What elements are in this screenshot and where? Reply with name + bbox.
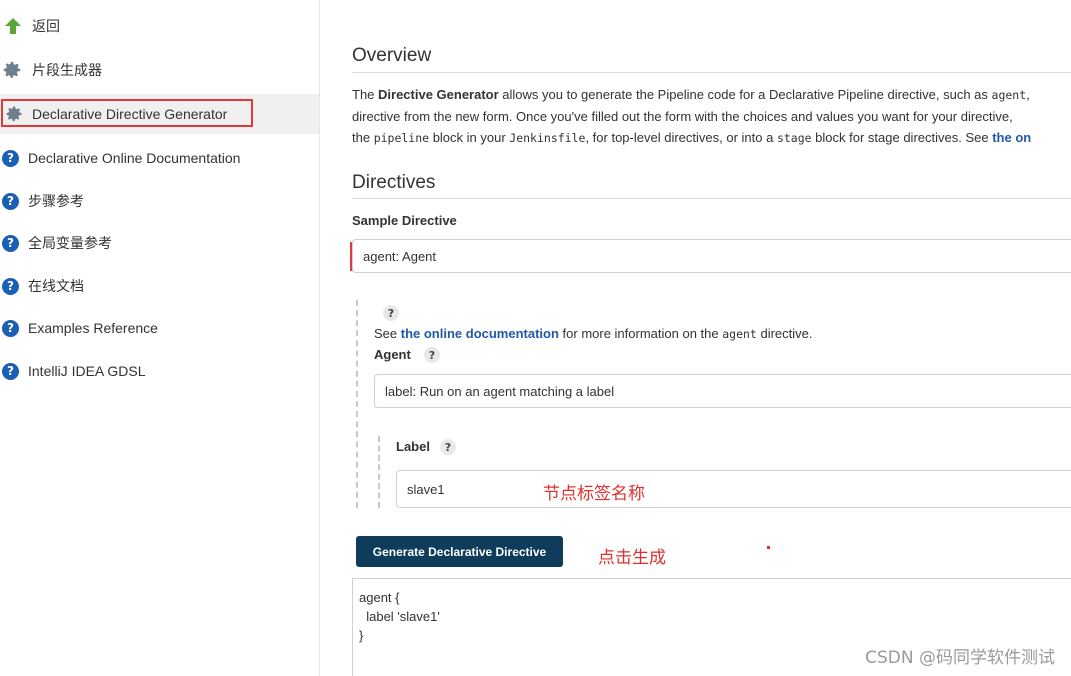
watermark: CSDN @码同学软件测试 — [865, 648, 1055, 668]
overview-description: The Directive Generator allows you to ge… — [352, 87, 1032, 145]
sidebar-item-label: 片段生成器 — [32, 62, 102, 78]
sample-directive-label: Sample Directive — [352, 213, 457, 228]
sidebar-item-intellij-idea-gdsl[interactable]: ? IntelliJ IDEA GDSL — [0, 351, 319, 391]
directives-heading: Directives — [352, 172, 436, 193]
help-icon: ? — [2, 362, 19, 380]
sidebar-item-snippet-generator[interactable]: 片段生成器 — [0, 50, 319, 90]
sidebar-item-declarative-directive-generator[interactable]: Declarative Directive Generator — [0, 94, 319, 134]
help-icon: ? — [2, 319, 19, 337]
up-arrow-icon — [3, 17, 23, 35]
gear-icon — [3, 104, 25, 124]
sidebar-item-declarative-online-documentation[interactable]: ? Declarative Online Documentation — [0, 138, 319, 178]
docs-link[interactable]: the on — [992, 130, 1031, 145]
help-icon[interactable]: ? — [440, 439, 456, 455]
sidebar-item-label: Declarative Online Documentation — [28, 150, 241, 166]
agent-value: label: Run on an agent matching a label — [385, 383, 615, 399]
divider — [352, 198, 1071, 199]
sidebar-item-label: Examples Reference — [28, 320, 158, 336]
agent-help-text: See the online documentation for more in… — [374, 326, 813, 341]
help-icon: ? — [2, 149, 19, 167]
help-icon[interactable]: ? — [383, 305, 399, 321]
help-icon: ? — [2, 192, 19, 210]
online-documentation-link[interactable]: the online documentation — [401, 326, 559, 341]
divider — [352, 72, 1071, 73]
help-icon: ? — [2, 234, 19, 252]
sidebar-item-label: 在线文档 — [28, 278, 84, 294]
sidebar-item-steps-reference[interactable]: ? 步骤参考 — [0, 181, 319, 221]
label-field-label: Label — [396, 439, 430, 454]
sample-directive-select[interactable]: agent: Agent — [352, 239, 1071, 273]
gear-icon — [1, 59, 23, 81]
annotation-label-note: 节点标签名称 — [543, 484, 645, 504]
main-content: Overview The Directive Generator allows … — [352, 0, 1071, 676]
section-indent-line — [356, 300, 358, 508]
sidebar-item-back[interactable]: 返回 — [0, 6, 319, 46]
sidebar-item-examples-reference[interactable]: ? Examples Reference — [0, 308, 319, 348]
annotation-dot — [767, 546, 770, 549]
annotation-click-note: 点击生成 — [598, 548, 666, 568]
sidebar-item-label: 步骤参考 — [28, 193, 84, 209]
sidebar-item-online-docs[interactable]: ? 在线文档 — [0, 266, 319, 306]
sidebar: 返回 片段生成器 Declarative Directive Generator… — [0, 0, 320, 676]
sidebar-item-label: IntelliJ IDEA GDSL — [28, 363, 146, 379]
sidebar-item-global-variables-reference[interactable]: ? 全局变量参考 — [0, 223, 319, 263]
generate-declarative-directive-button[interactable]: Generate Declarative Directive — [356, 536, 563, 567]
sidebar-item-label: Declarative Directive Generator — [32, 106, 228, 122]
agent-select[interactable]: label: Run on an agent matching a label — [374, 374, 1071, 408]
overview-heading: Overview — [352, 45, 432, 66]
help-icon: ? — [2, 277, 19, 295]
help-icon[interactable]: ? — [424, 347, 440, 363]
label-input-value: slave1 — [407, 481, 445, 497]
sidebar-item-label: 全局变量参考 — [28, 235, 112, 251]
sidebar-item-label: 返回 — [32, 18, 60, 34]
agent-label: Agent — [374, 347, 411, 362]
sample-directive-value: agent: Agent — [363, 248, 437, 264]
label-input[interactable]: slave1 — [396, 470, 1071, 508]
section-indent-line — [378, 436, 380, 508]
